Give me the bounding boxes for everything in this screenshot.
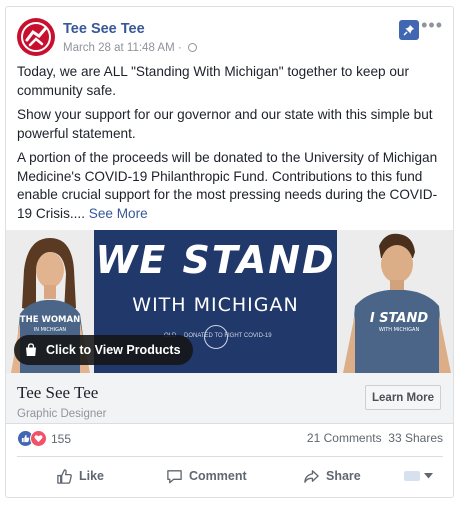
comment-bubble-icon (167, 469, 182, 483)
link-subtitle: Graphic Designer (17, 408, 107, 420)
post-as-selector[interactable] (404, 461, 439, 491)
share-label: Share (326, 469, 361, 483)
post-card: Tee See Tee March 28 at 11:48 AM · ••• T… (5, 6, 454, 498)
view-products-label: Click to View Products (46, 343, 181, 357)
pin-icon[interactable] (399, 20, 419, 40)
divider (17, 456, 443, 457)
post-header: Tee See Tee March 28 at 11:48 AM · ••• (17, 16, 443, 58)
link-footer[interactable]: Tee See Tee Graphic Designer Learn More (6, 373, 453, 424)
love-reaction-icon (30, 430, 47, 447)
like-button[interactable]: Like (56, 461, 104, 491)
post-paragraph: A portion of the proceeds will be donate… (17, 149, 443, 223)
thumbs-up-icon (57, 468, 72, 484)
reactions-summary[interactable]: 155 (17, 430, 71, 447)
reactions-count: 155 (51, 431, 72, 446)
banner-small-text: DONATED TO FIGHT COVID-19 (184, 333, 272, 339)
banner-subline: WITH MICHIGAN (132, 294, 299, 316)
right-shirt-text: WITH MICHIGAN (379, 327, 420, 333)
post-paragraph: Show your support for our governor and o… (17, 107, 433, 141)
comment-label: Comment (189, 469, 247, 483)
page-avatar[interactable] (17, 18, 55, 56)
pushpin-icon (403, 25, 414, 36)
meta-separator: · (177, 42, 182, 54)
shares-count-link[interactable]: 33 Shares (388, 431, 443, 445)
post-media[interactable]: THE WOMAN IN MICHIGAN WE STAND WITH MICH… (6, 230, 453, 373)
see-more-link[interactable]: See More (89, 206, 148, 221)
post-text: Today, we are ALL "Standing With Michiga… (17, 63, 443, 229)
link-title[interactable]: Tee See Tee (17, 383, 98, 403)
post-meta: March 28 at 11:48 AM · (63, 42, 197, 54)
comments-count-link[interactable]: 21 Comments (307, 431, 382, 445)
comment-button[interactable]: Comment (166, 461, 247, 491)
like-label: Like (79, 469, 105, 483)
post-timestamp[interactable]: March 28 at 11:48 AM (63, 42, 175, 54)
page-name-link[interactable]: Tee See Tee (63, 21, 145, 37)
page-mini-avatar (404, 471, 420, 481)
chevron-down-icon (424, 473, 433, 479)
engagement-stats: 155 21 Comments 33 Shares (17, 430, 443, 450)
share-button[interactable]: Share (303, 461, 361, 491)
banner-headline: WE STAND (95, 238, 336, 282)
more-options-icon[interactable]: ••• (421, 16, 443, 34)
post-actions: Like Comment Share (6, 461, 453, 491)
left-shirt-text: IN MICHIGAN (34, 327, 67, 333)
learn-more-button[interactable]: Learn More (365, 385, 441, 410)
brand-logo-icon (21, 22, 51, 52)
right-shirt-text: I STAND (370, 311, 429, 326)
left-shirt-text: THE WOMAN (20, 315, 80, 325)
shopping-bag-icon (26, 343, 36, 356)
comment-share-counts: 21 Comments 33 Shares (307, 431, 443, 445)
view-products-button[interactable]: Click to View Products (14, 335, 193, 365)
post-paragraph: Today, we are ALL "Standing With Michiga… (17, 64, 410, 98)
globe-icon (187, 43, 197, 52)
share-arrow-icon (304, 469, 319, 483)
post-paragraph-text: A portion of the proceeds will be donate… (17, 150, 438, 221)
man-model-image: I STAND WITH MICHIGAN (337, 230, 453, 373)
